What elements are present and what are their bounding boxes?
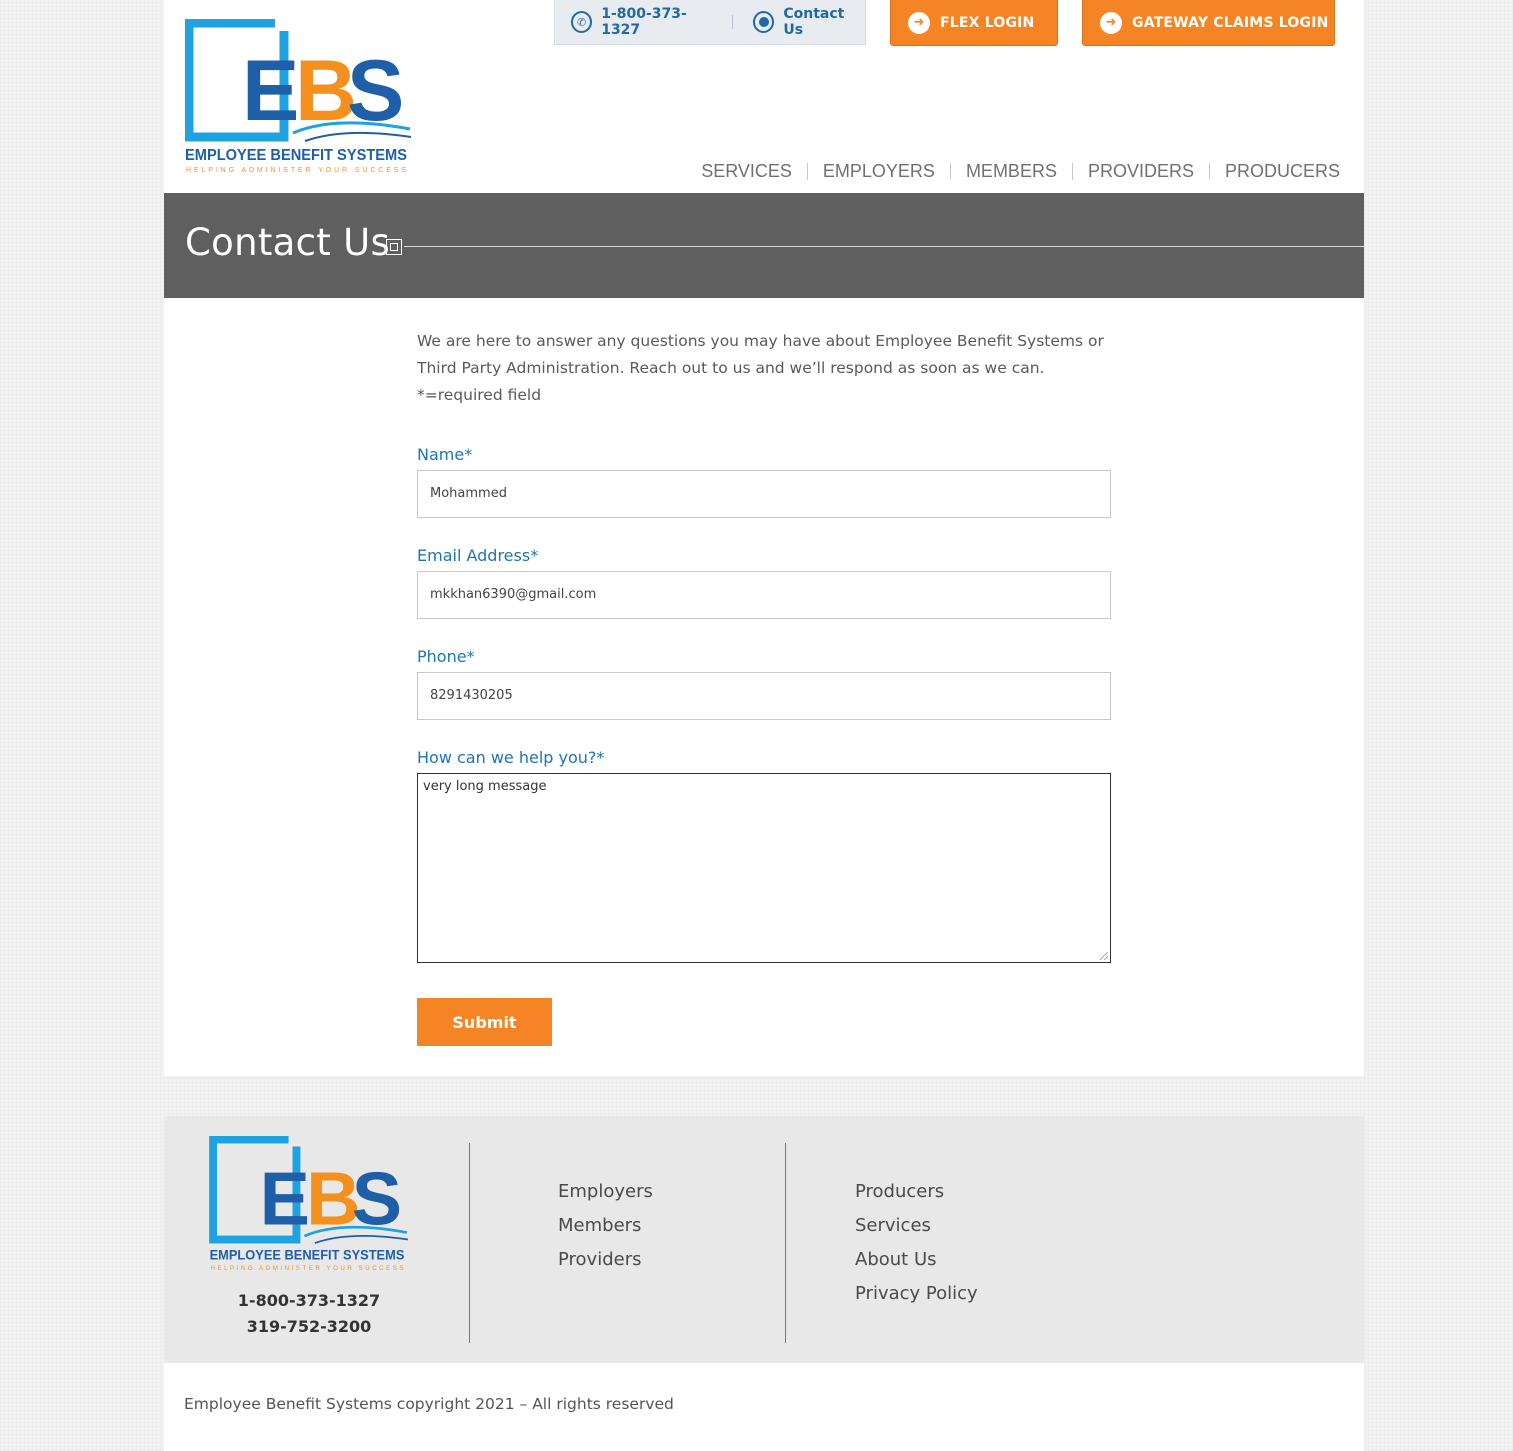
phone-link[interactable]: ✆ 1-800-373-1327 (555, 6, 732, 38)
title-decoration-icon (386, 239, 402, 255)
resize-handle-icon[interactable] (1100, 952, 1108, 960)
phone-field[interactable]: 8291430205 (417, 672, 1111, 720)
page-title: Contact Us (185, 221, 391, 264)
arrow-right-icon: ➜ (908, 11, 930, 34)
message-label: How can we help you?* (417, 748, 605, 767)
footer-phone-2[interactable]: 319-752-3200 (164, 1317, 454, 1336)
gateway-login-label: GATEWAY CLAIMS LOGIN (1132, 14, 1329, 31)
footer-logo-letter-e: E (260, 1157, 310, 1241)
footer-links-col2: Producers Services About Us Privacy Poli… (855, 1175, 978, 1311)
ebs-logo[interactable]: E B S EMPLOYEE BENEFIT SYSTEMS HELPING A… (185, 19, 415, 174)
logo-tagline: HELPING ADMINISTER YOUR SUCCESS (186, 167, 406, 174)
main-nav: SERVICES EMPLOYERS MEMBERS PROVIDERS PRO… (686, 161, 1340, 182)
target-icon (753, 11, 775, 33)
copyright-text: Employee Benefit Systems copyright 2021 … (184, 1395, 674, 1413)
nav-providers[interactable]: PROVIDERS (1073, 161, 1209, 182)
footer-link-privacy-policy[interactable]: Privacy Policy (855, 1277, 978, 1311)
footer-link-members[interactable]: Members (558, 1209, 653, 1243)
footer-link-producers[interactable]: Producers (855, 1175, 978, 1209)
copyright-bar: Employee Benefit Systems copyright 2021 … (164, 1363, 1364, 1451)
nav-producers[interactable]: PRODUCERS (1210, 161, 1340, 182)
phone-icon: ✆ (571, 11, 593, 33)
name-label: Name* (417, 445, 473, 464)
contact-form-section: We are here to answer any questions you … (164, 298, 1364, 1076)
footer-link-services[interactable]: Services (855, 1209, 978, 1243)
footer-links-col1: Employers Members Providers (558, 1175, 653, 1277)
nav-employers[interactable]: EMPLOYERS (808, 161, 950, 182)
message-text: very long message (423, 779, 547, 794)
nav-members[interactable]: MEMBERS (951, 161, 1072, 182)
nav-services[interactable]: SERVICES (686, 161, 807, 182)
site-footer: E B S EMPLOYEE BENEFIT SYSTEMS HELPING A… (164, 1116, 1364, 1363)
gateway-claims-login-button[interactable]: ➜ GATEWAY CLAIMS LOGIN (1082, 0, 1335, 46)
flex-login-label: FLEX LOGIN (940, 14, 1035, 31)
page-title-bar: Contact Us (164, 193, 1364, 298)
email-label: Email Address* (417, 546, 539, 565)
submit-button[interactable]: Submit (417, 998, 552, 1046)
flex-login-button[interactable]: ➜ FLEX LOGIN (890, 0, 1058, 46)
message-textarea[interactable]: very long message (417, 773, 1111, 963)
footer-divider (785, 1143, 786, 1343)
page-container: E B S EMPLOYEE BENEFIT SYSTEMS HELPING A… (164, 0, 1364, 1451)
phone-number: 1-800-373-1327 (601, 6, 687, 38)
footer-divider (469, 1143, 470, 1343)
logo-letter-e: E (242, 43, 299, 139)
footer-logo-name: EMPLOYEE BENEFIT SYSTEMS (210, 1248, 405, 1263)
footer-ebs-logo[interactable]: E B S EMPLOYEE BENEFIT SYSTEMS HELPING A… (208, 1136, 413, 1272)
footer-link-about-us[interactable]: About Us (855, 1243, 978, 1277)
footer-phone-1[interactable]: 1-800-373-1327 (164, 1291, 454, 1310)
email-field[interactable]: mkkhan6390@gmail.com (417, 571, 1111, 619)
arrow-right-icon: ➜ (1100, 11, 1122, 34)
logo-name: EMPLOYEE BENEFIT SYSTEMS (185, 147, 407, 164)
name-field[interactable]: Mohammed (417, 470, 1111, 518)
footer-link-providers[interactable]: Providers (558, 1243, 653, 1277)
contact-topbox: ✆ 1-800-373-1327 Contact Us (554, 0, 866, 45)
title-rule (404, 246, 1364, 247)
footer-link-employers[interactable]: Employers (558, 1175, 653, 1209)
contact-label: Contact Us (783, 6, 845, 38)
form-intro: We are here to answer any questions you … (417, 332, 1104, 404)
footer-logo-tagline: HELPING ADMINISTER YOUR SUCCESS (210, 1265, 403, 1272)
phone-label: Phone* (417, 647, 475, 666)
contact-link[interactable]: Contact Us (733, 6, 865, 38)
site-header: E B S EMPLOYEE BENEFIT SYSTEMS HELPING A… (164, 0, 1364, 193)
